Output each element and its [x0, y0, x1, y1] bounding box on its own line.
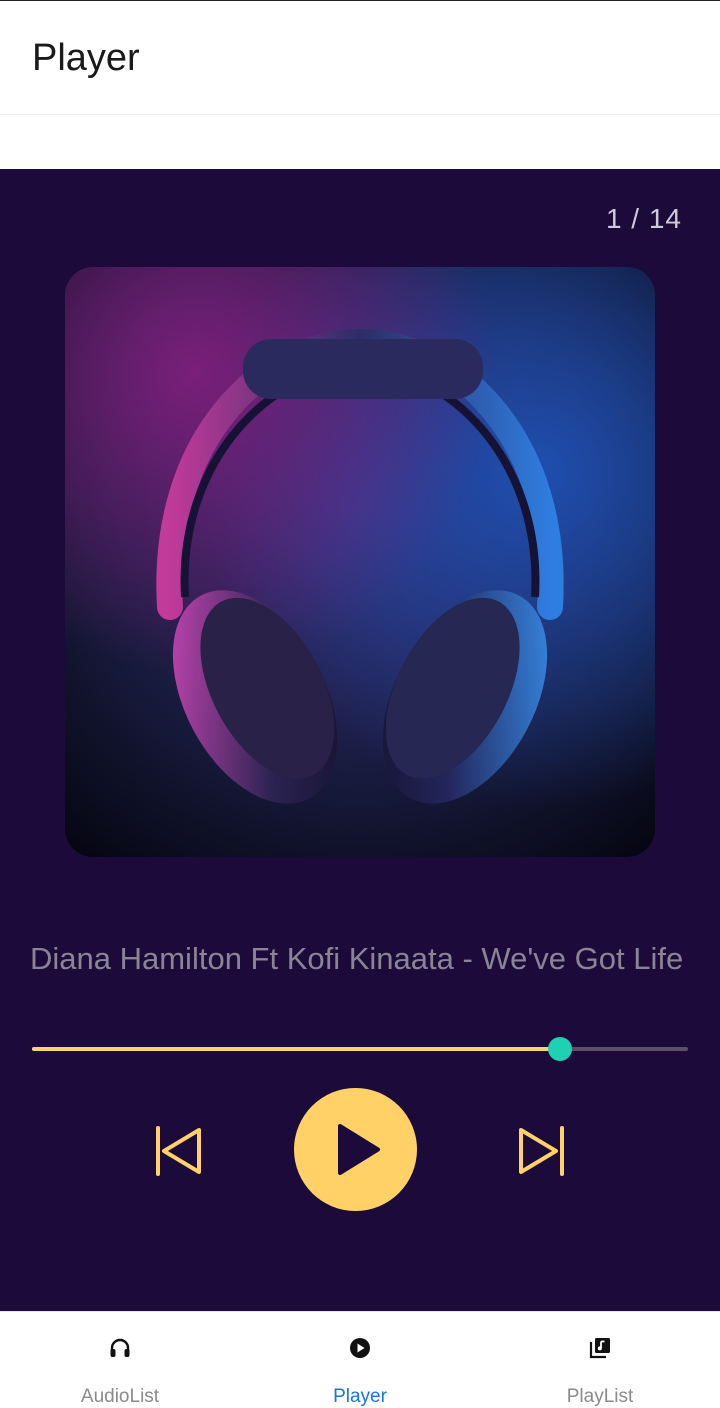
play-icon [338, 1124, 380, 1175]
skip-next-icon [519, 1126, 564, 1176]
page-title: Player [32, 37, 140, 79]
previous-track-button[interactable] [152, 1124, 206, 1178]
track-title: Diana Hamilton Ft Kofi Kinaata - We've G… [30, 941, 684, 976]
bottom-navigation: AudioList Player PlayList [0, 1311, 720, 1408]
play-circle-icon [350, 1338, 370, 1358]
music-library-icon [589, 1338, 610, 1359]
seek-bar-progress [32, 1047, 561, 1051]
app-bar: Player [0, 1, 720, 115]
player-panel: 1 / 14 Diana Hamilton Ft Kofi Kinaata - … [0, 169, 720, 1311]
nav-item-label: Player [333, 1386, 387, 1407]
seek-bar[interactable] [32, 1037, 688, 1061]
nav-item-label: PlayList [566, 1386, 634, 1407]
seek-bar-thumb[interactable] [548, 1037, 573, 1061]
nav-item-audiolist[interactable]: AudioList [0, 1312, 240, 1408]
track-counter: 1 / 14 [605, 203, 682, 234]
nav-item-player[interactable]: Player [240, 1312, 480, 1408]
headphones-artwork [156, 328, 564, 804]
nav-item-label: AudioList [80, 1386, 160, 1407]
spacer [0, 115, 720, 169]
play-button[interactable] [294, 1088, 417, 1211]
skip-previous-icon [156, 1126, 201, 1176]
next-track-button[interactable] [514, 1124, 568, 1178]
nav-item-playlist[interactable]: PlayList [480, 1312, 720, 1408]
album-artwork [65, 267, 655, 857]
headphones-icon [110, 1338, 130, 1357]
